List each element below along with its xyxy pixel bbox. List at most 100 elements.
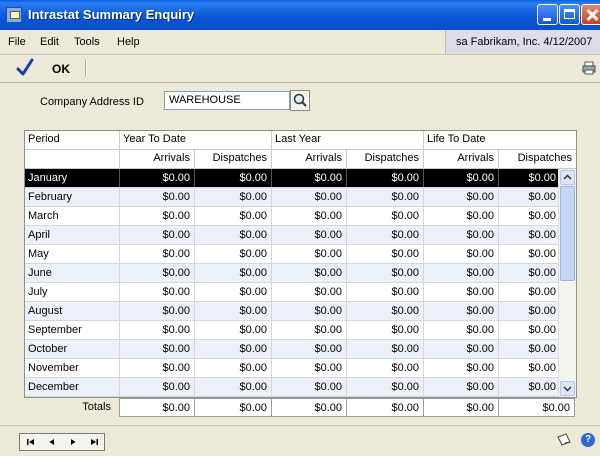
table-row[interactable]: August $0.00 $0.00 $0.00 $0.00 $0.00 $0.00 (25, 302, 576, 321)
amount-cell: $0.00 (347, 321, 424, 339)
amount-cell: $0.00 (195, 359, 272, 377)
company-address-input[interactable]: WAREHOUSE (164, 91, 290, 110)
amount-cell: $0.00 (347, 283, 424, 301)
table-row[interactable]: November $0.00 $0.00 $0.00 $0.00 $0.00 $0.00 (25, 359, 576, 378)
previous-record-icon[interactable] (41, 434, 62, 450)
amount-cell: $0.00 (195, 207, 272, 225)
amount-cell: $0.00 (195, 169, 272, 187)
total-ltd-dispatches: $0.00 (498, 398, 575, 417)
table-row[interactable]: July $0.00 $0.00 $0.00 $0.00 $0.00 $0.00 (25, 283, 576, 302)
header-ytd-arrivals: Arrivals (120, 150, 195, 168)
header-year-to-date: Year To Date (120, 131, 272, 149)
table-row[interactable]: December $0.00 $0.00 $0.00 $0.00 $0.00 $0.00 (25, 378, 576, 397)
vertical-scrollbar[interactable] (558, 169, 576, 397)
header-ltd-dispatches: Dispatches (517, 152, 572, 164)
amount-cell: $0.00 (424, 340, 499, 358)
amount-cell: $0.00 (120, 321, 195, 339)
amount-cell: $0.00 (120, 245, 195, 263)
menu-edit[interactable]: Edit (40, 36, 59, 48)
menu-help-label: Help (117, 36, 140, 48)
table-row[interactable]: March $0.00 $0.00 $0.00 $0.00 $0.00 $0.00 (25, 207, 576, 226)
amount-cell: $0.00 (272, 188, 347, 206)
table-row[interactable]: January $0.00 $0.00 $0.00 $0.00 $0.00 $0.00 (25, 169, 576, 188)
amount-cell: $0.00 (272, 264, 347, 282)
table-row[interactable]: February $0.00 $0.00 $0.00 $0.00 $0.00 $0.00 (25, 188, 576, 207)
scroll-thumb[interactable] (560, 186, 575, 281)
amount-cell: $0.00 (424, 169, 499, 187)
amount-cell: $0.00 (424, 226, 499, 244)
amount-cell: $0.00 (272, 378, 347, 396)
amount-cell: $0.00 (424, 188, 499, 206)
header-last-year: Last Year (272, 131, 424, 149)
first-record-icon[interactable] (20, 434, 41, 450)
period-cell: May (25, 245, 120, 263)
table-row[interactable]: May $0.00 $0.00 $0.00 $0.00 $0.00 $0.00 (25, 245, 576, 264)
menu-tools-label: Tools (74, 36, 100, 48)
menu-tools[interactable]: Tools (74, 36, 100, 48)
amount-cell: $0.00 (424, 207, 499, 225)
amount-cell: $0.00 (195, 264, 272, 282)
scroll-up-icon[interactable] (560, 170, 575, 185)
amount-cell: $0.00 (120, 264, 195, 282)
amount-cell: $0.00 (424, 283, 499, 301)
header-period-blank (25, 150, 120, 168)
grid-rows: January $0.00 $0.00 $0.00 $0.00 $0.00 $0.00 Feb… (25, 169, 576, 397)
amount-cell: $0.00 (120, 359, 195, 377)
status-bar: ? (0, 425, 600, 456)
total-ly-arrivals: $0.00 (271, 398, 347, 417)
ok-button[interactable]: OK (52, 62, 70, 76)
amount-cell: $0.00 (347, 340, 424, 358)
print-icon[interactable] (582, 61, 596, 75)
ok-check-icon[interactable] (15, 58, 35, 78)
table-row[interactable]: April $0.00 $0.00 $0.00 $0.00 $0.00 $0.00 (25, 226, 576, 245)
user-info-text: sa Fabrikam, Inc. 4/12/2007 (456, 36, 593, 48)
amount-cell: $0.00 (272, 321, 347, 339)
amount-cell: $0.00 (424, 321, 499, 339)
header-ly-arrivals: Arrivals (272, 150, 347, 168)
grid-sub-header: Arrivals Dispatches Arrivals Dispatches … (25, 150, 576, 169)
period-cell: August (25, 302, 120, 320)
amount-cell: $0.00 (424, 264, 499, 282)
total-ytd-arrivals: $0.00 (119, 398, 195, 417)
amount-cell: $0.00 (347, 378, 424, 396)
menu-file[interactable]: File (8, 36, 26, 48)
close-icon[interactable] (581, 4, 600, 25)
record-navigation (19, 433, 105, 451)
table-row[interactable]: September $0.00 $0.00 $0.00 $0.00 $0.00 $0.00 (25, 321, 576, 340)
period-cell: April (25, 226, 120, 244)
amount-cell: $0.00 (347, 302, 424, 320)
amount-cell: $0.00 (272, 226, 347, 244)
table-row[interactable]: October $0.00 $0.00 $0.00 $0.00 $0.00 $0.00 (25, 340, 576, 359)
window-title: Intrastat Summary Enquiry (28, 7, 195, 22)
help-icon[interactable]: ? (581, 433, 595, 447)
amount-cell: $0.00 (195, 302, 272, 320)
amount-cell: $0.00 (272, 169, 347, 187)
maximize-icon[interactable] (559, 4, 580, 25)
menu-help[interactable]: Help (117, 36, 140, 48)
menu-file-label: File (8, 36, 26, 48)
scroll-down-icon[interactable] (560, 381, 575, 396)
period-cell: October (25, 340, 120, 358)
amount-cell: $0.00 (195, 226, 272, 244)
lookup-icon (293, 93, 307, 107)
amount-cell: $0.00 (347, 264, 424, 282)
minimize-icon[interactable] (537, 4, 558, 25)
period-cell: June (25, 264, 120, 282)
table-row[interactable]: June $0.00 $0.00 $0.00 $0.00 $0.00 $0.00 (25, 264, 576, 283)
period-cell: December (25, 378, 120, 396)
title-bar: Intrastat Summary Enquiry (0, 0, 600, 30)
last-record-icon[interactable] (83, 434, 104, 450)
grid-group-header: Period Year To Date Last Year Life To Da… (25, 131, 576, 150)
app-icon (6, 7, 22, 23)
amount-cell: $0.00 (347, 359, 424, 377)
header-ly-dispatches: Dispatches (347, 150, 424, 168)
amount-cell: $0.00 (347, 207, 424, 225)
amount-cell: $0.00 (424, 245, 499, 263)
user-company-date: sa Fabrikam, Inc. 4/12/2007 (445, 30, 600, 54)
menu-edit-label: Edit (40, 36, 59, 48)
next-record-icon[interactable] (62, 434, 83, 450)
period-cell: February (25, 188, 120, 206)
period-cell: November (25, 359, 120, 377)
lookup-button[interactable] (290, 90, 310, 111)
note-icon[interactable] (556, 433, 572, 447)
